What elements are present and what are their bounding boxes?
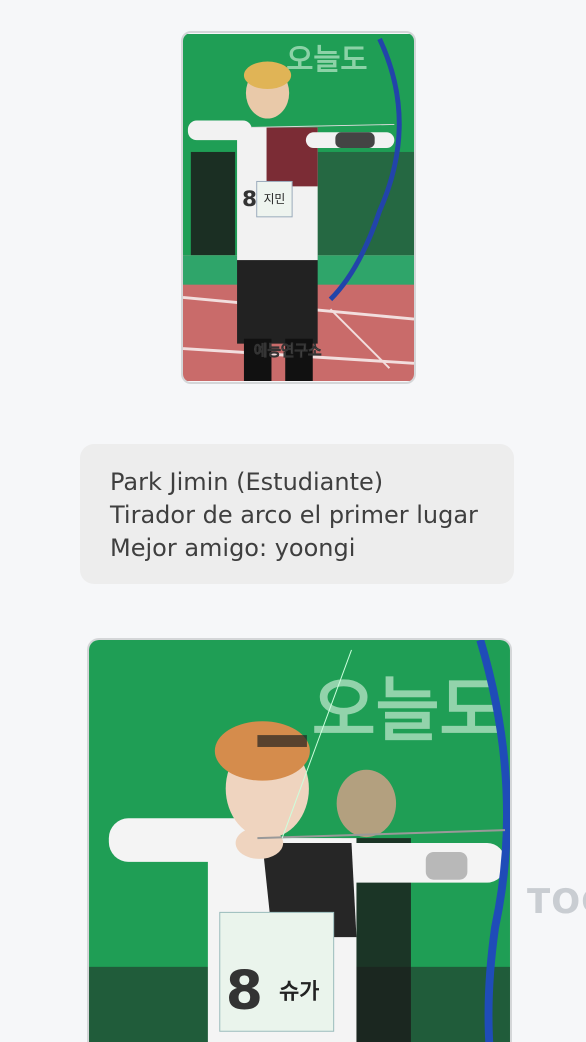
- archer-photo-image: 오늘도 지민 8 예능연구소: [183, 34, 414, 381]
- bio-message-bubble: Park Jimin (Estudiante) Tirador de arco …: [80, 444, 514, 584]
- banner-text: 오늘도: [286, 42, 367, 76]
- bio-name-line: Park Jimin (Estudiante): [110, 468, 384, 496]
- name-tag-text: 지민: [264, 192, 286, 206]
- banner-text: 오늘도: [312, 671, 503, 751]
- bib-number-text: 8: [226, 958, 263, 1021]
- name-tag-text: 슈가: [279, 980, 319, 1005]
- bio-achievement-line: Tirador de arco el primer lugar: [110, 501, 478, 529]
- archer-photo-image: 오늘도 8 슈가: [89, 640, 510, 1042]
- photo-archer-suga[interactable]: 오늘도 8 슈가: [87, 638, 512, 1042]
- photo-watermark: 예능연구소: [254, 342, 322, 359]
- side-watermark: TOG: [527, 882, 586, 922]
- photo-archer-jimin[interactable]: 오늘도 지민 8 예능연구소: [181, 31, 416, 384]
- bio-friend-line: Mejor amigo: yoongi: [110, 534, 356, 562]
- bib-number-text: 8: [242, 187, 257, 212]
- chat-page: 오늘도 지민 8 예능연구소 Park Jimin (Estudiante) T…: [0, 0, 586, 1042]
